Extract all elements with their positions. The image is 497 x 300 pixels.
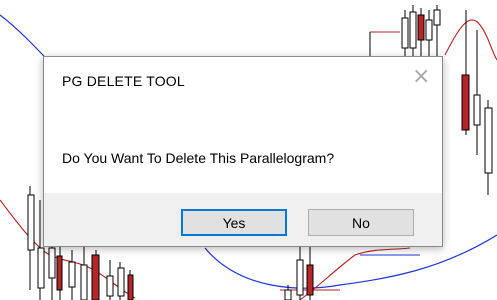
dialog-button-bar: Yes No <box>44 193 442 246</box>
yes-button-label: Yes <box>222 214 246 231</box>
red-indicator-line <box>444 19 497 61</box>
yes-button[interactable]: Yes <box>181 209 287 236</box>
no-button[interactable]: No <box>308 209 414 236</box>
delete-confirmation-dialog: PG DELETE TOOL × Do You Want To Delete T… <box>43 56 443 247</box>
candlestick-group-middle <box>284 245 314 300</box>
dialog-message: Do You Want To Delete This Parallelogram… <box>62 150 335 166</box>
close-icon[interactable]: × <box>412 66 430 88</box>
red-indicator-line <box>299 247 411 300</box>
no-button-label: No <box>352 214 370 231</box>
dialog-title: PG DELETE TOOL <box>62 73 185 89</box>
